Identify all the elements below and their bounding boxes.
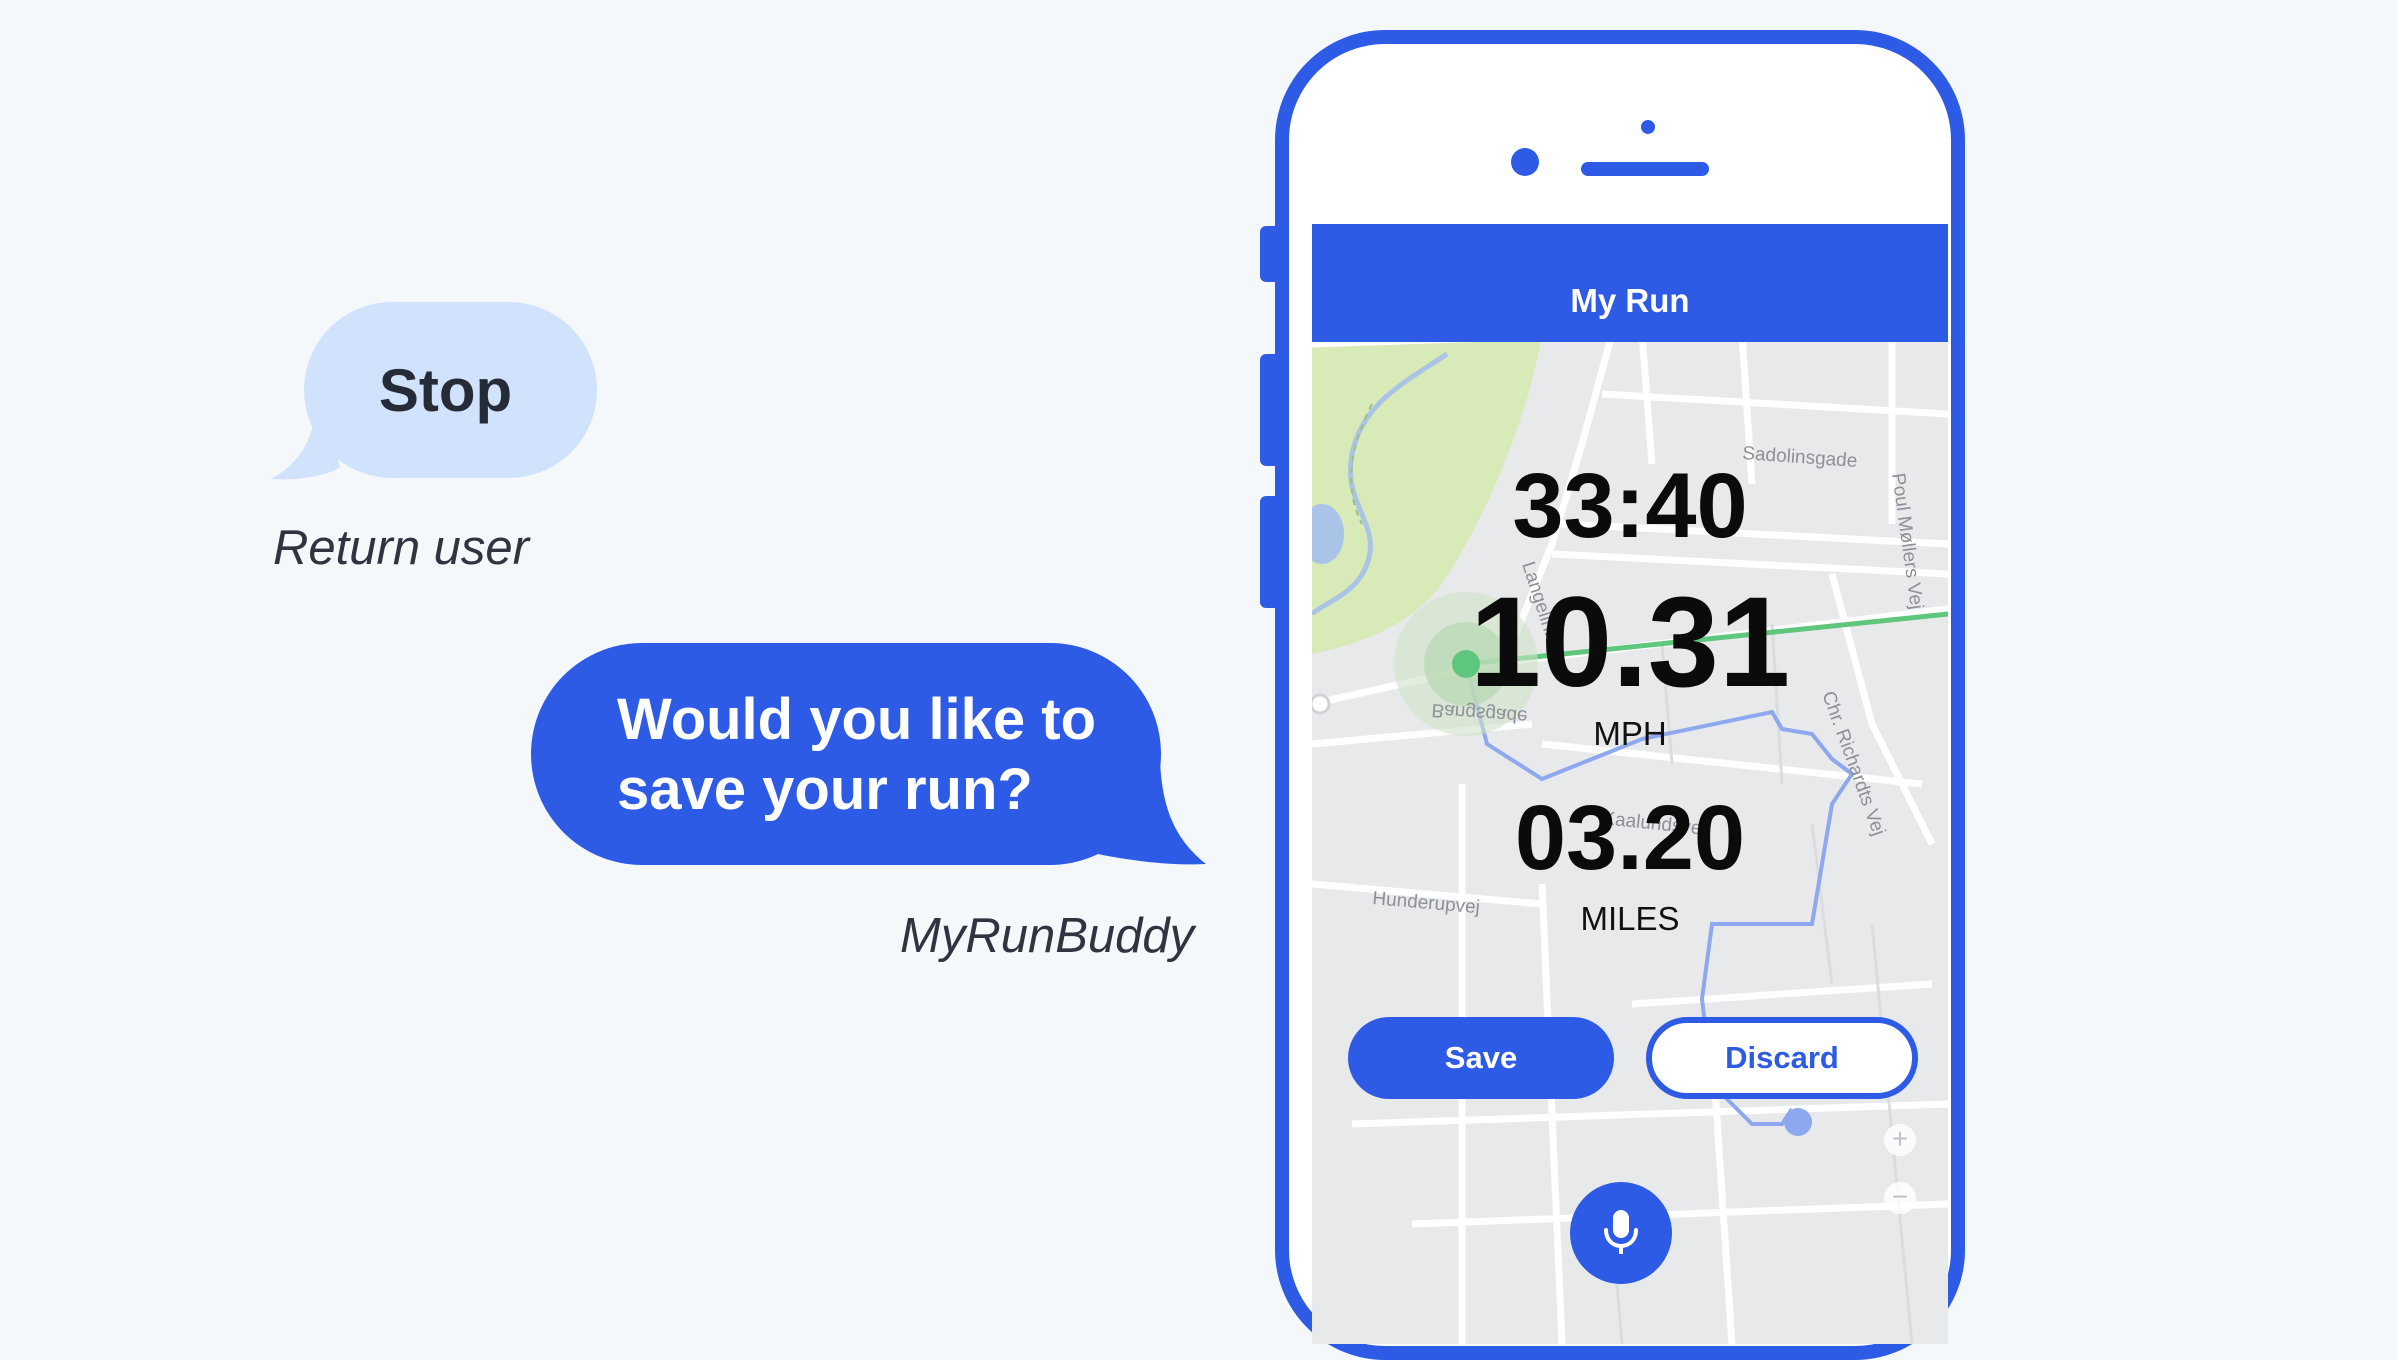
discard-button[interactable]: Discard xyxy=(1646,1017,1918,1099)
distance-unit: MILES xyxy=(1580,900,1680,937)
save-button[interactable]: Save xyxy=(1348,1017,1614,1099)
phone-speaker xyxy=(1581,162,1709,176)
bot-caption: MyRunBuddy xyxy=(900,909,1195,963)
elapsed-time: 33:40 xyxy=(1512,455,1748,557)
front-camera xyxy=(1511,148,1539,176)
user-caption: Return user xyxy=(273,521,530,575)
zoom-out-button[interactable]: − xyxy=(1884,1182,1916,1214)
user-message-text: Stop xyxy=(378,356,513,424)
phone-mockup: Sadolinsgade Poul Møllers Vej Langeliniе… xyxy=(1260,24,1980,1360)
app-title: My Run xyxy=(1570,282,1690,319)
user-bubble-tail xyxy=(270,395,340,480)
app-screen: Sadolinsgade Poul Møllers Vej Langeliniе… xyxy=(1312,224,1948,1344)
sensor-dot xyxy=(1641,120,1655,134)
mic-button[interactable] xyxy=(1570,1182,1672,1284)
app-header: My Run xyxy=(1312,224,1948,342)
bot-message-line1: Would you like to xyxy=(617,687,1097,752)
map-view[interactable]: Sadolinsgade Poul Møllers Vej Langeliniе… xyxy=(1312,224,1948,1344)
speed-value: 10.31 xyxy=(1469,571,1791,714)
microphone-icon xyxy=(1604,1210,1638,1254)
bot-message-bubble: Would you like to save your run? xyxy=(531,643,1161,865)
distance-value: 03.20 xyxy=(1514,787,1746,889)
zoom-in-button[interactable]: + xyxy=(1884,1124,1916,1156)
bot-bubble-tail xyxy=(1080,760,1206,865)
speed-unit: MPH xyxy=(1593,715,1667,752)
user-message-bubble: Stop xyxy=(304,302,597,478)
